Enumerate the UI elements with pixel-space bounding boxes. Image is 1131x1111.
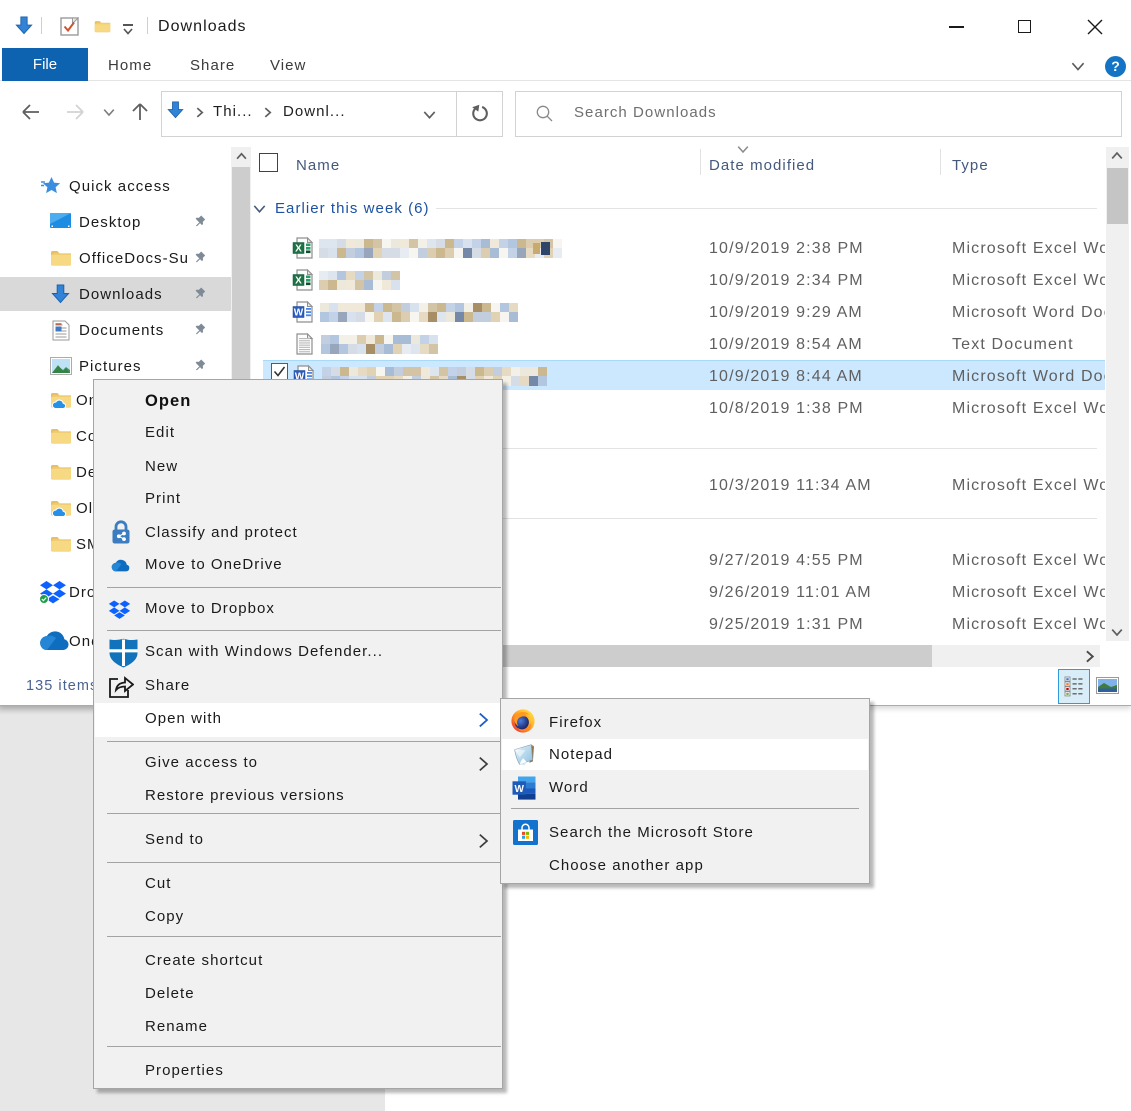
svg-text:X: X [295,276,302,287]
svg-text:X: X [295,244,302,255]
svg-text:W: W [514,784,524,795]
svg-text:W: W [294,308,304,319]
